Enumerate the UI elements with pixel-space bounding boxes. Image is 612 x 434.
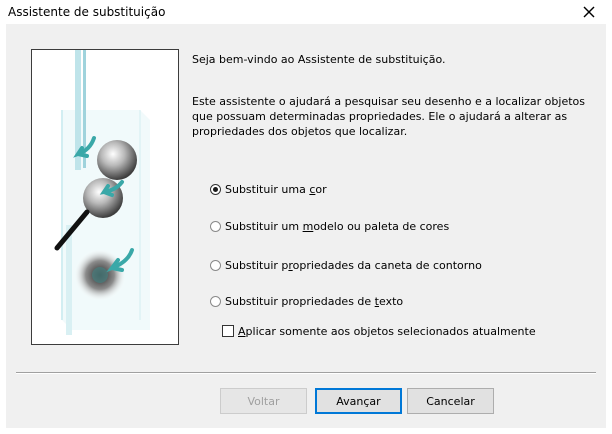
radio-replace-model[interactable] (210, 220, 221, 232)
radio-replace-text[interactable] (210, 295, 221, 307)
wizard-illustration (31, 49, 179, 345)
checkbox-label: Aplicar somente aos objetos selecionados… (238, 324, 536, 338)
intro-text: Seja bem-vindo ao Assistente de substitu… (192, 53, 446, 66)
window-title: Assistente de substituição (8, 5, 166, 19)
radio-replace-color[interactable] (210, 183, 221, 195)
window-bottom-edge (0, 428, 612, 434)
option-label: Substituir uma cor (225, 182, 327, 196)
cancel-button[interactable]: Cancelar (407, 388, 494, 414)
option-replace-model[interactable]: Substituir um modelo ou paleta de cores (210, 218, 449, 234)
back-button[interactable]: Voltar (220, 388, 307, 414)
option-label: Substituir propriedades da caneta de con… (225, 258, 482, 272)
magnifier-illustration-icon (54, 50, 150, 335)
selected-only-checkbox[interactable] (222, 325, 234, 337)
next-button[interactable]: Avançar (315, 388, 402, 414)
option-label: Substituir propriedades de texto (225, 294, 404, 308)
title-bar: Assistente de substituição (0, 0, 612, 24)
option-replace-pen[interactable]: Substituir propriedades da caneta de con… (210, 257, 482, 273)
description-text: Este assistente o ajudará a pesquisar se… (192, 95, 585, 138)
dialog-body: Seja bem-vindo ao Assistente de substitu… (6, 24, 606, 428)
option-replace-color[interactable]: Substituir uma cor (210, 181, 327, 197)
close-button[interactable] (566, 0, 612, 24)
option-label: Substituir um modelo ou paleta de cores (225, 219, 450, 233)
option-replace-text[interactable]: Substituir propriedades de texto (210, 293, 403, 309)
radio-replace-pen[interactable] (210, 259, 221, 271)
separator (16, 372, 596, 374)
selected-only-option[interactable]: Aplicar somente aos objetos selecionados… (222, 323, 536, 339)
close-icon (583, 6, 595, 18)
